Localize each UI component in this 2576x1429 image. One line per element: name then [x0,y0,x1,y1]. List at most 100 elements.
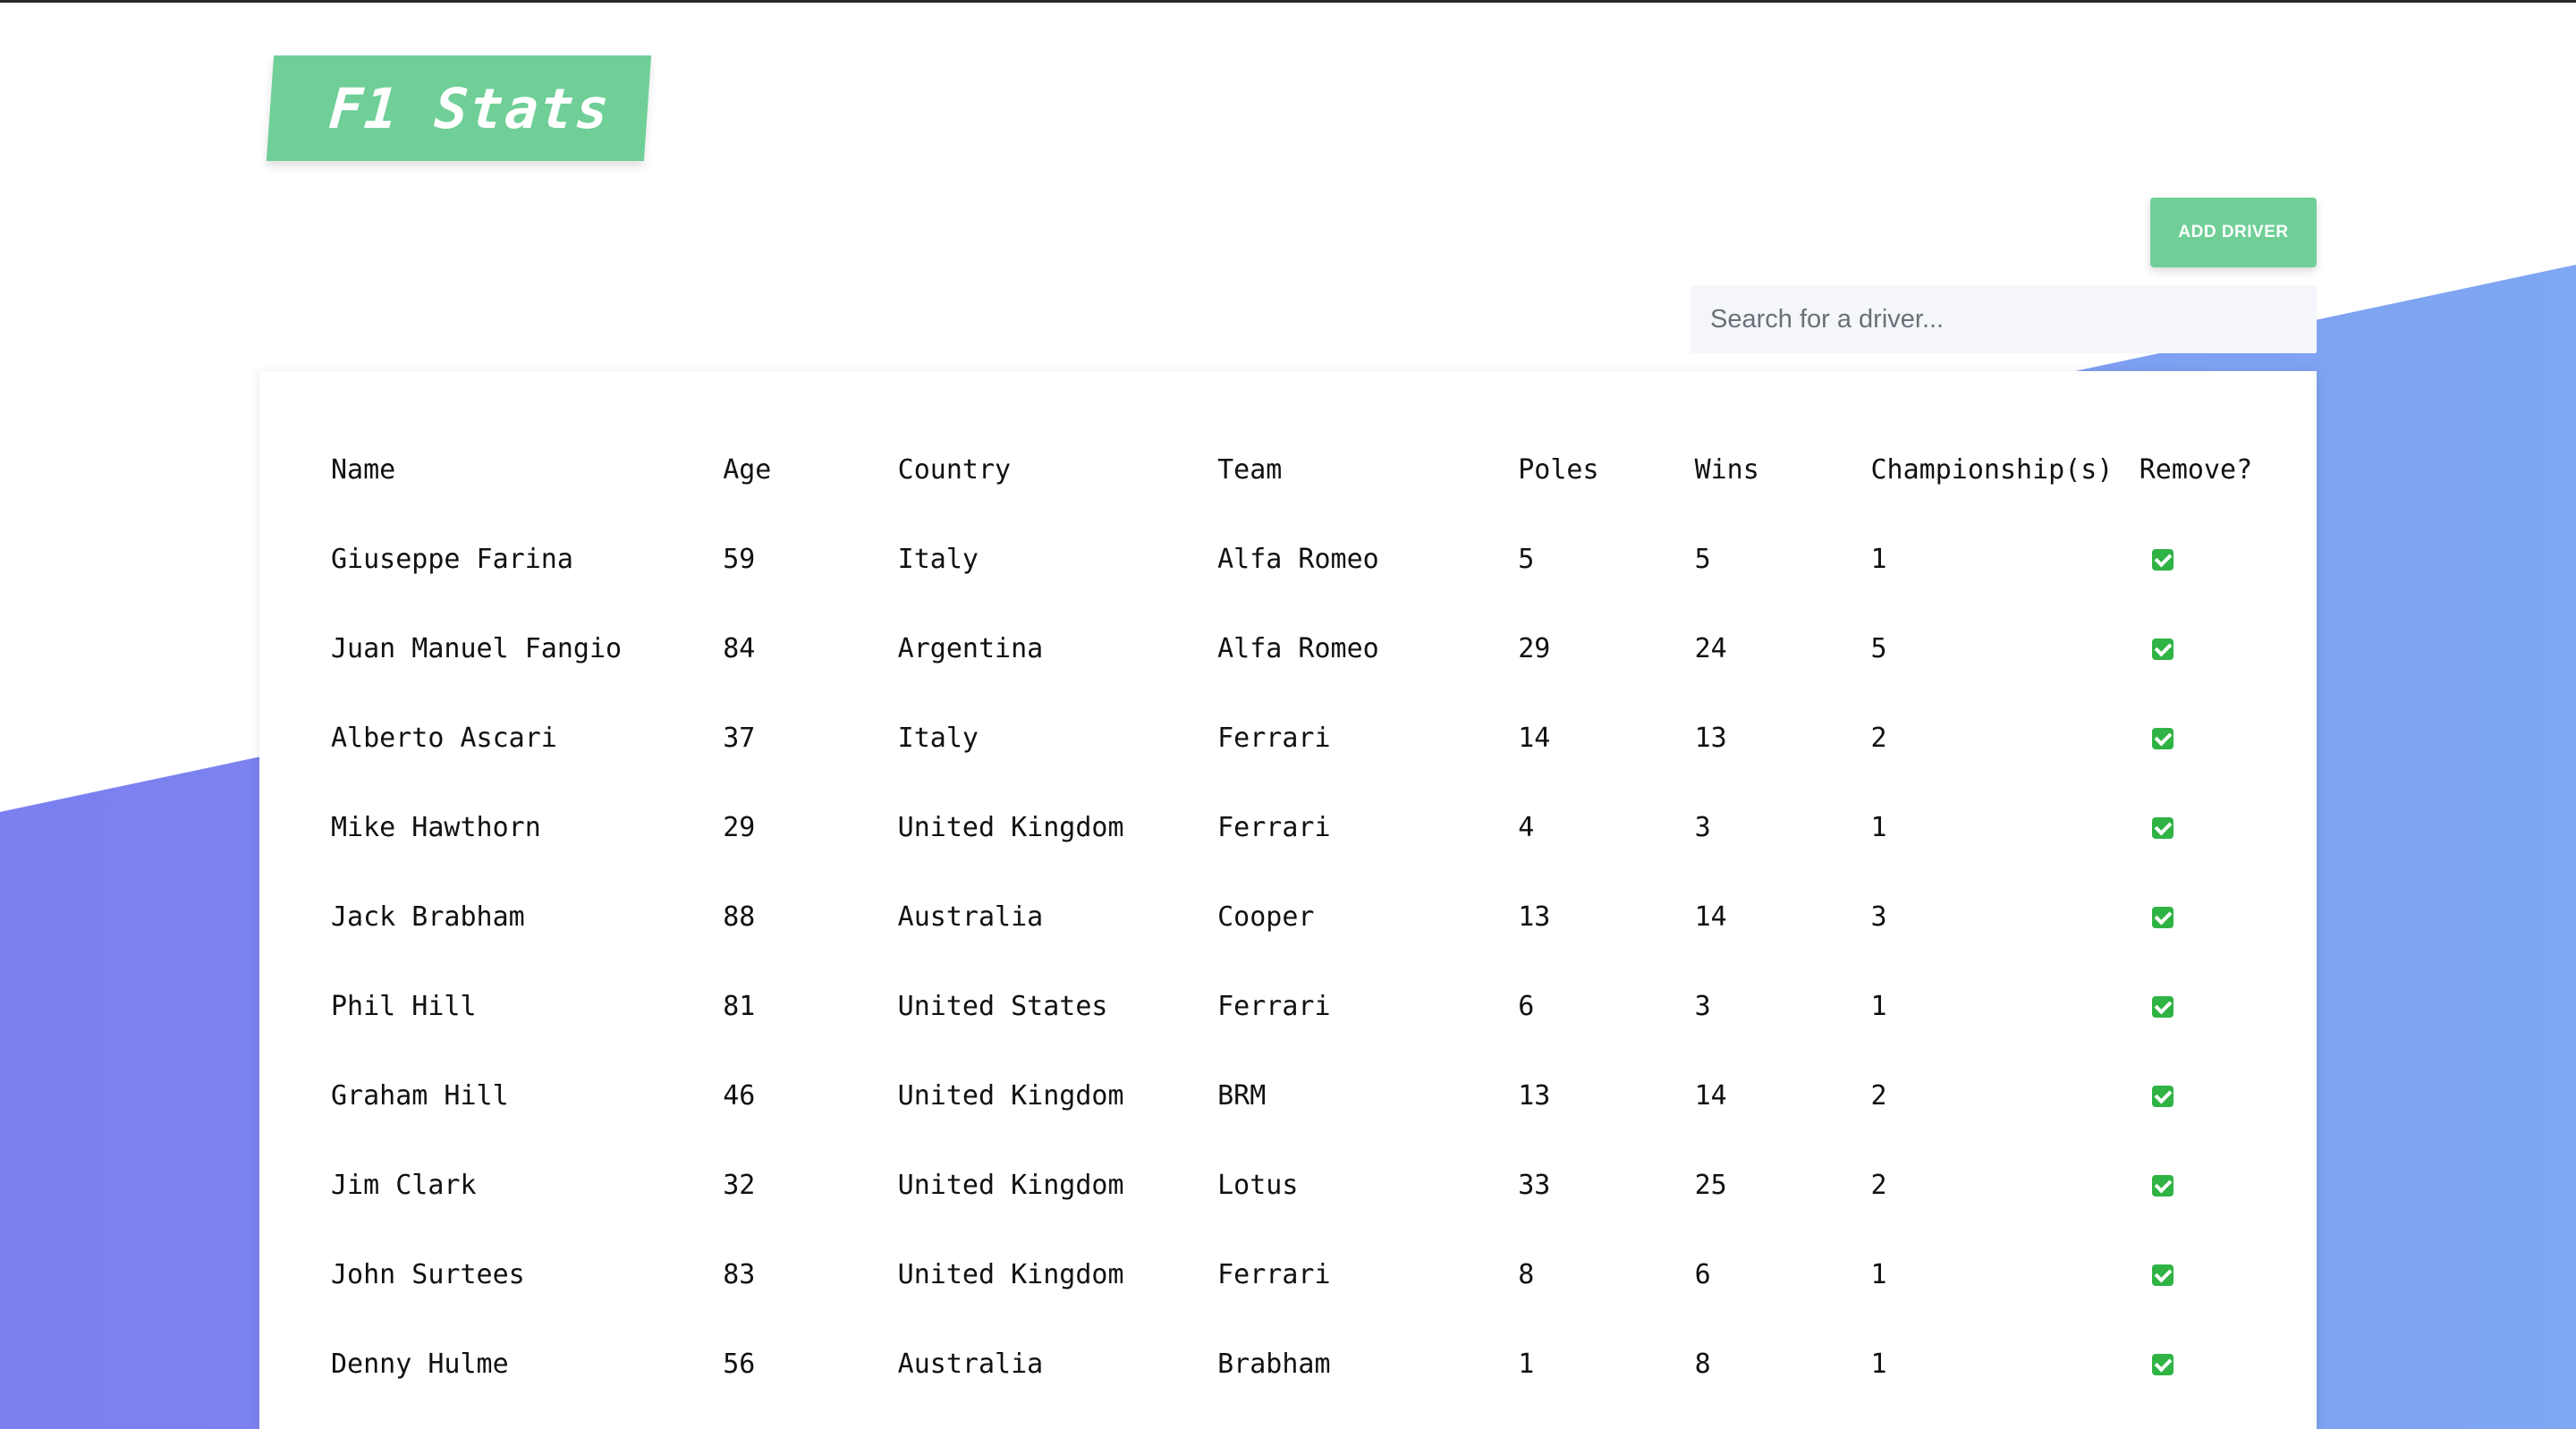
cell-team: Alfa Romeo [1217,543,1379,575]
cell-name: Mike Hawthorn [331,811,541,843]
cell-remove [2140,693,2317,782]
checkmark-icon[interactable] [2151,1264,2174,1286]
cell-country: United Kingdom [897,1258,1124,1290]
cell-championships: 1 [1870,811,1887,843]
cell-remove [2140,514,2317,604]
cell-name: John Surtees [331,1258,525,1290]
cell-country: United Kingdom [897,1169,1124,1201]
cell-team: Cooper [1217,901,1315,933]
cell-age: 84 [723,632,756,664]
cell-team: Ferrari [1217,722,1331,754]
checkmark-icon[interactable] [2151,549,2174,571]
cell-wins: 5 [1694,543,1711,575]
cell-country: Italy [897,543,979,575]
cell-poles: 13 [1518,901,1551,933]
cell-team: BRM [1217,1079,1267,1112]
cell-age: 88 [723,901,756,933]
cell-wins: 8 [1694,1348,1711,1380]
search-input[interactable] [1690,285,2317,353]
table-row: Jim Clark 32 United Kingdom Lotus 33 25 2 [331,1140,2317,1230]
cell-country: Australia [897,901,1044,933]
checkmark-icon[interactable] [2151,1086,2174,1107]
cell-championships: 5 [1870,632,1887,664]
cell-name: Graham Hill [331,1079,509,1112]
add-driver-button[interactable]: ADD DRIVER [2150,198,2317,267]
cell-wins: 13 [1694,722,1727,754]
table-row: Giuseppe Farina 59 Italy Alfa Romeo 5 5 1 [331,514,2317,604]
table-row: Phil Hill 81 United States Ferrari 6 3 1 [331,961,2317,1051]
cell-country: United Kingdom [897,1079,1124,1112]
checkmark-icon[interactable] [2151,1175,2174,1196]
cell-poles: 1 [1518,1348,1535,1380]
checkmark-icon[interactable] [2151,638,2174,660]
table-row: John Surtees 83 United Kingdom Ferrari 8 6 1 [331,1230,2317,1319]
header-championships: Championship(s) [1870,453,2114,486]
cell-wins: 14 [1694,1079,1727,1112]
cell-championships: 2 [1870,1169,1887,1201]
cell-poles: 6 [1518,990,1535,1022]
cell-name: Phil Hill [331,990,477,1022]
table-row: Denny Hulme 56 Australia Brabham 1 8 1 [331,1319,2317,1408]
table-row: Mike Hawthorn 29 United Kingdom Ferrari 4 3 1 [331,782,2317,872]
cell-country: Italy [897,722,979,754]
cell-wins: 14 [1694,901,1727,933]
cell-country: United States [897,990,1108,1022]
cell-poles: 8 [1518,1258,1535,1290]
cell-country: United Kingdom [897,811,1124,843]
cell-team: Lotus [1217,1169,1299,1201]
cell-championships: 1 [1870,1348,1887,1380]
header-remove: Remove? [2139,453,2253,486]
cell-wins: 6 [1694,1258,1711,1290]
cell-championships: 3 [1870,901,1887,933]
cell-championships: 2 [1870,1079,1887,1112]
cell-wins: 3 [1694,990,1711,1022]
table-row: Alberto Ascari 37 Italy Ferrari 14 13 2 [331,693,2317,782]
cell-wins: 24 [1694,632,1727,664]
header-poles: Poles [1518,453,1599,486]
cell-age: 59 [723,543,756,575]
checkmark-icon[interactable] [2151,728,2174,749]
cell-poles: 5 [1518,543,1535,575]
table-body: Giuseppe Farina 59 Italy Alfa Romeo 5 5 1 Juan … [331,514,2317,1408]
table-header-row: Name Age Country Team Poles Wins Champio… [331,425,2317,514]
cell-poles: 13 [1518,1079,1551,1112]
header-wins: Wins [1694,453,1759,486]
cell-name: Alberto Ascari [331,722,557,754]
cell-age: 56 [723,1348,756,1380]
cell-name: Giuseppe Farina [331,543,573,575]
table-row: Jack Brabham 88 Australia Cooper 13 14 3 [331,872,2317,961]
page: F1 Stats ADD DRIVER Name Age Country Tea… [0,0,2576,1429]
header-age: Age [723,453,772,486]
table-row: Graham Hill 46 United Kingdom BRM 13 14 2 [331,1051,2317,1140]
header-country: Country [897,453,1012,486]
cell-name: Jack Brabham [331,901,525,933]
cell-remove [2140,1319,2317,1408]
cell-poles: 29 [1518,632,1551,664]
app-title: F1 Stats [326,75,614,141]
cell-remove [2140,1140,2317,1230]
cell-championships: 1 [1870,990,1887,1022]
window-top-border [0,0,2576,3]
cell-remove [2140,782,2317,872]
cell-remove [2140,961,2317,1051]
drivers-table: Name Age Country Team Poles Wins Champio… [331,425,2317,1408]
cell-age: 81 [723,990,756,1022]
cell-championships: 1 [1870,543,1887,575]
cell-age: 32 [723,1169,756,1201]
cell-name: Juan Manuel Fangio [331,632,623,664]
cell-age: 83 [723,1258,756,1290]
cell-team: Alfa Romeo [1217,632,1379,664]
header-team: Team [1217,453,1283,486]
checkmark-icon[interactable] [2151,817,2174,839]
cell-team: Brabham [1217,1348,1331,1380]
checkmark-icon[interactable] [2151,1354,2174,1375]
cell-wins: 3 [1694,811,1711,843]
cell-age: 46 [723,1079,756,1112]
cell-country: Argentina [897,632,1044,664]
checkmark-icon[interactable] [2151,996,2174,1018]
cell-remove [2140,1230,2317,1319]
cell-wins: 25 [1694,1169,1727,1201]
cell-poles: 33 [1518,1169,1551,1201]
cell-name: Denny Hulme [331,1348,509,1380]
checkmark-icon[interactable] [2151,907,2174,928]
